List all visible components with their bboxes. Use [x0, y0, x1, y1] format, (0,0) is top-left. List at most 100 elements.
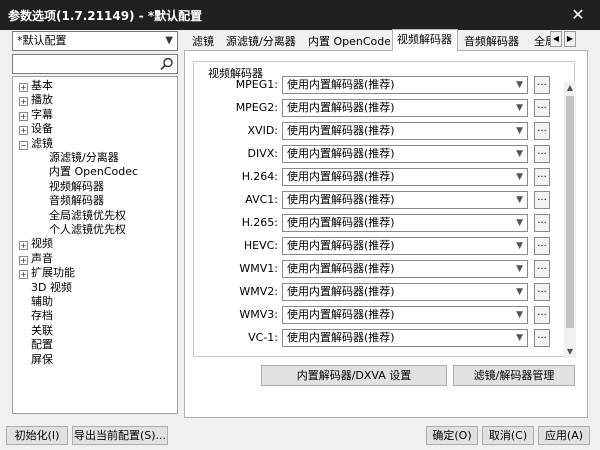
decoder-select-value: 使用内置解码器(推荐) — [287, 170, 395, 183]
tree-item-label: 滤镜 — [31, 136, 53, 150]
decoder-select[interactable]: 使用内置解码器(推荐) ▼ — [282, 76, 528, 94]
decoder-select[interactable]: 使用内置解码器(推荐) ▼ — [282, 214, 528, 232]
decoder-more-button[interactable]: ... — [534, 329, 550, 347]
tree-item[interactable]: 源滤镜/分离器 — [49, 151, 119, 165]
decoder-select[interactable]: 使用内置解码器(推荐) ▼ — [282, 283, 528, 301]
decoder-more-button[interactable]: ... — [534, 237, 550, 255]
tree-item[interactable]: 屏保 — [19, 353, 53, 367]
apply-button[interactable]: 应用(A) — [538, 426, 590, 445]
scroll-down-icon[interactable]: ▼ — [564, 346, 576, 358]
decoder-more-button[interactable]: ... — [534, 122, 550, 140]
decoder-select[interactable]: 使用内置解码器(推荐) ▼ — [282, 99, 528, 117]
decoder-more-button[interactable]: ... — [534, 306, 550, 324]
decoder-select-value: 使用内置解码器(推荐) — [287, 216, 395, 229]
chevron-down-icon: ▼ — [516, 103, 523, 113]
decoder-select[interactable]: 使用内置解码器(推荐) ▼ — [282, 168, 528, 186]
tree-item[interactable]: + 字幕 — [19, 108, 53, 122]
tab-4[interactable]: 音频解码器 — [460, 32, 528, 51]
dxva-settings-button[interactable]: 内置解码器/DXVA 设置 — [261, 365, 447, 386]
tree-item[interactable]: + 播放 — [19, 93, 53, 107]
decoder-select[interactable]: 使用内置解码器(推荐) ▼ — [282, 260, 528, 278]
tree-item[interactable]: 视频解码器 — [49, 180, 104, 194]
tab-3[interactable]: 视频解码器 — [392, 29, 458, 51]
scroll-thumb[interactable] — [566, 96, 574, 328]
decoder-label: XVID: — [247, 124, 278, 137]
expand-icon[interactable]: + — [19, 111, 28, 121]
tree-item[interactable]: + 视频 — [19, 237, 53, 251]
tree-item-label: 内置 OpenCodec — [49, 165, 139, 179]
decoder-select[interactable]: 使用内置解码器(推荐) ▼ — [282, 122, 528, 140]
export-config-button[interactable]: 导出当前配置(S)... — [72, 426, 168, 445]
tree-item[interactable]: + 扩展功能 — [19, 266, 75, 280]
tree-item-label: 扩展功能 — [31, 266, 75, 280]
chevron-down-icon: ▼ — [516, 126, 523, 136]
tree-item-label: 播放 — [31, 93, 53, 107]
decoder-select-value: 使用内置解码器(推荐) — [287, 331, 395, 344]
chevron-down-icon: ▼ — [516, 172, 523, 182]
decoder-select[interactable]: 使用内置解码器(推荐) ▼ — [282, 306, 528, 324]
tree-item-label: 关联 — [31, 323, 53, 337]
chevron-down-icon: ▼ — [516, 287, 523, 297]
tree-item-label: 个人滤镜优先权 — [49, 223, 126, 236]
expand-icon[interactable]: + — [19, 270, 28, 280]
tree-item[interactable]: + 声音 — [19, 252, 53, 266]
decoder-more-button[interactable]: ... — [534, 76, 550, 94]
tree-item[interactable]: 音频解码器 — [49, 194, 104, 208]
expand-icon[interactable]: + — [19, 126, 28, 136]
tree-item[interactable]: 个人滤镜优先权 — [49, 223, 126, 237]
decoder-scrollbar[interactable]: ▲ ▼ — [564, 82, 576, 358]
search-icon[interactable] — [159, 56, 175, 72]
decoder-select-value: 使用内置解码器(推荐) — [287, 78, 395, 91]
expand-icon[interactable]: + — [19, 97, 28, 107]
tree-item[interactable]: + 设备 — [19, 122, 53, 136]
decoder-label: DIVX: — [247, 147, 278, 160]
decoder-more-button[interactable]: ... — [534, 283, 550, 301]
tree-item[interactable]: 3D 视频 — [19, 281, 72, 295]
decoder-select[interactable]: 使用内置解码器(推荐) ▼ — [282, 145, 528, 163]
collapse-icon[interactable]: − — [19, 140, 28, 150]
tab-scroll-right-icon[interactable]: ▶ — [564, 31, 576, 47]
decoder-more-button[interactable]: ... — [534, 214, 550, 232]
tab-2[interactable]: 内置 OpenCodec — [304, 32, 390, 51]
tab-scroll-left-icon[interactable]: ◀ — [550, 31, 562, 47]
chevron-down-icon: ▼ — [516, 218, 523, 228]
decoder-select[interactable]: 使用内置解码器(推荐) ▼ — [282, 237, 528, 255]
filter-manager-button[interactable]: 滤镜/解码器管理 — [453, 365, 575, 386]
decoder-more-button[interactable]: ... — [534, 191, 550, 209]
tree-item[interactable]: − 滤镜 — [19, 137, 53, 151]
init-button[interactable]: 初始化(I) — [6, 426, 68, 445]
decoder-more-button[interactable]: ... — [534, 145, 550, 163]
decoder-more-button[interactable]: ... — [534, 260, 550, 278]
decoder-more-button[interactable]: ... — [534, 168, 550, 186]
expand-icon[interactable]: + — [19, 83, 28, 92]
decoder-select[interactable]: 使用内置解码器(推荐) ▼ — [282, 329, 528, 347]
chevron-down-icon: ▼ — [516, 241, 523, 251]
close-icon[interactable]: ✕ — [556, 0, 600, 30]
search-input[interactable] — [15, 56, 153, 72]
tab-1[interactable]: 源滤镜/分离器 — [222, 32, 302, 51]
tree-item[interactable]: 全局滤镜优先权 — [49, 209, 126, 223]
decoder-label: VC-1: — [248, 331, 278, 344]
tree-item[interactable]: + 基本 — [19, 79, 53, 93]
tree-item-label: 辅助 — [31, 295, 53, 308]
tree-item-label: 音频解码器 — [49, 194, 104, 208]
tree-item[interactable]: 内置 OpenCodec — [49, 165, 138, 179]
decoder-label: HEVC: — [243, 239, 278, 252]
decoder-select-value: 使用内置解码器(推荐) — [287, 124, 395, 137]
title-bar: 参数选项(1.7.21149) - *默认配置 ✕ — [0, 0, 600, 30]
expand-icon[interactable]: + — [19, 241, 28, 251]
chevron-down-icon: ▼ — [516, 149, 523, 159]
tab-0[interactable]: 滤镜 — [188, 32, 220, 51]
cancel-button[interactable]: 取消(C) — [482, 426, 534, 445]
tree-item[interactable]: 关联 — [19, 324, 53, 338]
window-title: 参数选项(1.7.21149) - *默认配置 — [8, 9, 203, 23]
tree-item[interactable]: 存档 — [19, 309, 53, 323]
scroll-up-icon[interactable]: ▲ — [564, 82, 576, 94]
ok-button[interactable]: 确定(O) — [426, 426, 478, 445]
profile-dropdown[interactable]: *默认配置 ▼ — [12, 31, 178, 51]
decoder-select[interactable]: 使用内置解码器(推荐) ▼ — [282, 191, 528, 209]
tree-item[interactable]: 辅助 — [19, 295, 53, 309]
expand-icon[interactable]: + — [19, 255, 28, 265]
decoder-more-button[interactable]: ... — [534, 99, 550, 117]
tree-item[interactable]: 配置 — [19, 338, 53, 352]
